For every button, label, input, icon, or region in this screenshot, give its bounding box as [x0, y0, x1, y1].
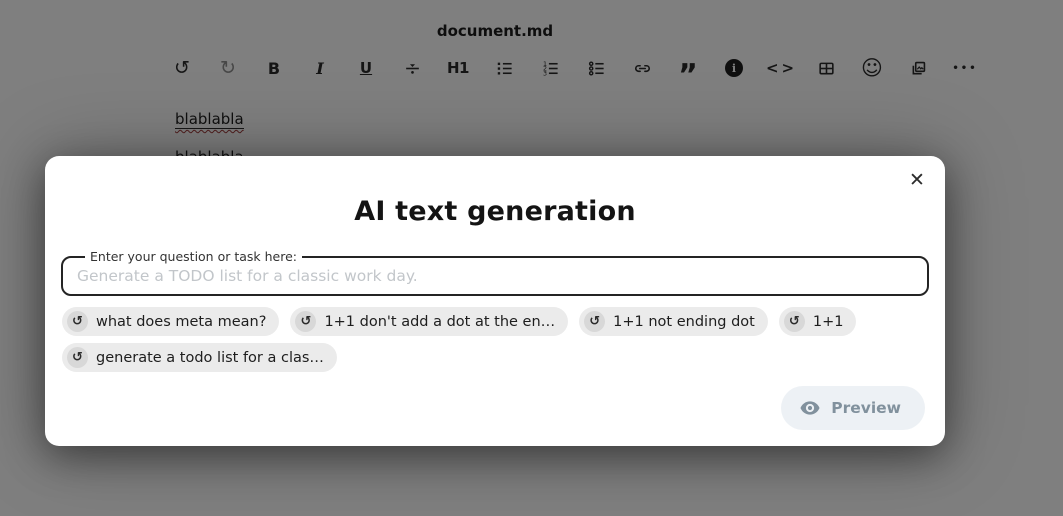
- chip-label: generate a todo list for a clas…: [96, 350, 324, 366]
- prompt-field: Enter your question or task here:: [61, 249, 929, 296]
- dialog-title: AI text generation: [45, 196, 945, 227]
- eye-icon: [799, 397, 821, 419]
- close-button[interactable]: ✕: [904, 167, 930, 193]
- app-window: document.md ↺ ↻ B I U H1 1 2: [0, 0, 1063, 516]
- history-chip[interactable]: ↺ 1+1 don't add a dot at the en…: [290, 307, 568, 336]
- prompt-input[interactable]: [75, 264, 915, 285]
- ai-text-generation-dialog: ✕ AI text generation Enter your question…: [45, 156, 945, 446]
- history-icon: ↺: [67, 347, 88, 368]
- history-chip[interactable]: ↺ what does meta mean?: [62, 307, 279, 336]
- prompt-field-label: Enter your question or task here:: [85, 249, 302, 264]
- history-icon: ↺: [584, 311, 605, 332]
- chip-row: ↺ generate a todo list for a clas…: [62, 343, 929, 372]
- preview-button[interactable]: Preview: [781, 386, 925, 430]
- close-icon: ✕: [909, 169, 925, 191]
- preview-label: Preview: [831, 399, 901, 417]
- history-chip[interactable]: ↺ 1+1 not ending dot: [579, 307, 768, 336]
- chip-row: ↺ what does meta mean? ↺ 1+1 don't add a…: [62, 307, 929, 336]
- history-icon: ↺: [784, 311, 805, 332]
- chip-label: 1+1 don't add a dot at the en…: [324, 314, 555, 330]
- chip-label: 1+1: [813, 314, 844, 330]
- history-icon: ↺: [67, 311, 88, 332]
- history-chip[interactable]: ↺ 1+1: [779, 307, 857, 336]
- history-icon: ↺: [295, 311, 316, 332]
- history-chip[interactable]: ↺ generate a todo list for a clas…: [62, 343, 337, 372]
- history-chips: ↺ what does meta mean? ↺ 1+1 don't add a…: [62, 307, 929, 372]
- chip-label: what does meta mean?: [96, 314, 266, 330]
- chip-label: 1+1 not ending dot: [613, 314, 755, 330]
